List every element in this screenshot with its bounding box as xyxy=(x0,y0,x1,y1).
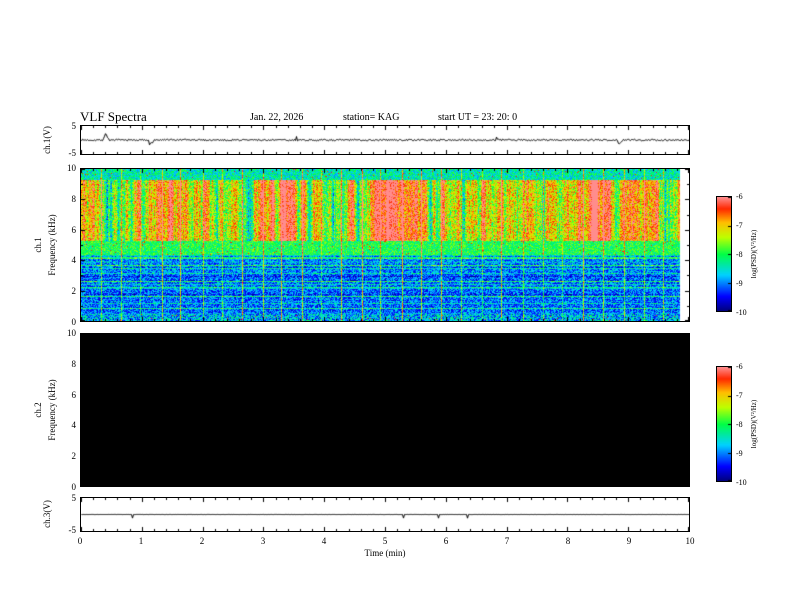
x-tick-label: 9 xyxy=(626,536,632,546)
ch2-row-label: ch.2 xyxy=(33,402,43,418)
figure-date: Jan. 22, 2026 xyxy=(250,112,304,123)
ch1-colorbar-label: log(PSD)(V²/Hz) xyxy=(750,229,758,279)
x-axis-title: Time (min) xyxy=(364,548,406,558)
ch3-waveform-panel xyxy=(80,497,690,532)
ch3-waveform-canvas xyxy=(81,498,689,531)
x-tick-label: 5 xyxy=(382,536,388,546)
colorbar-tick-label: -8 xyxy=(736,250,743,259)
colorbar-tick-label: -10 xyxy=(736,308,747,317)
x-tick-label: 1 xyxy=(138,536,144,546)
ch2-frequency-axis-label: Frequency (kHz) xyxy=(47,379,57,441)
ch2-spectrogram-panel xyxy=(80,333,690,487)
colorbar-tick-label: -9 xyxy=(736,449,743,458)
ch1-waveform-canvas xyxy=(81,126,689,154)
y-tick-label: 8 xyxy=(71,358,77,369)
colorbar-tick-label: -6 xyxy=(736,192,743,201)
y-tick-label: 10 xyxy=(67,163,76,173)
colorbar-tick-label: -9 xyxy=(736,279,743,288)
y-tick-label: 5 xyxy=(71,121,77,131)
y-tick-label: 5 xyxy=(71,493,77,503)
x-tick-label: 2 xyxy=(199,536,205,546)
vlf-spectra-figure: VLF Spectra Jan. 22, 2026 station= KAG s… xyxy=(0,0,792,612)
x-tick-label: 7 xyxy=(504,536,510,546)
x-tick-label: 3 xyxy=(260,536,266,546)
ch1-frequency-axis-label: Frequency (kHz) xyxy=(47,214,57,276)
colorbar-tick-label: -7 xyxy=(736,221,743,230)
ch2-spectrogram-canvas xyxy=(81,334,689,486)
y-tick-label: 6 xyxy=(71,224,77,235)
ch2-colorbar-canvas xyxy=(717,367,731,481)
x-tick-label: 6 xyxy=(443,536,449,546)
ch2-colorbar xyxy=(716,366,732,482)
y-tick-label: 10 xyxy=(67,328,76,338)
colorbar-tick-label: -6 xyxy=(736,362,743,371)
y-tick-label: 0 xyxy=(71,317,77,327)
figure-start-ut: start UT = 23: 20: 0 xyxy=(438,112,518,123)
ch2-colorbar-label: log(PSD)(V²/Hz) xyxy=(750,399,758,449)
ch1-waveform-panel xyxy=(80,125,690,155)
y-tick-label: 0 xyxy=(71,482,77,492)
x-tick-label: 0 xyxy=(77,536,83,546)
colorbar-tick-label: -10 xyxy=(736,478,747,487)
x-tick-label: 4 xyxy=(321,536,327,546)
x-tick-label: 10 xyxy=(685,536,695,546)
ch1-row-label: ch.1 xyxy=(33,237,43,253)
y-tick-label: -5 xyxy=(68,525,77,535)
y-tick-label: -5 xyxy=(68,148,77,158)
ch1-spectrogram-panel xyxy=(80,168,690,322)
ch1-spectrogram-canvas xyxy=(81,169,689,321)
y-tick-label: 2 xyxy=(71,451,77,462)
figure-title: VLF Spectra xyxy=(80,109,147,124)
y-tick-label: 8 xyxy=(71,193,77,204)
colorbar-tick-label: -8 xyxy=(736,420,743,429)
y-tick-label: 4 xyxy=(71,255,77,266)
y-tick-label: 6 xyxy=(71,389,77,400)
ch1-voltage-axis-label: ch.1(V) xyxy=(42,126,52,154)
colorbar-tick-label: -7 xyxy=(736,391,743,400)
y-tick-label: 2 xyxy=(71,286,77,297)
ch1-colorbar xyxy=(716,196,732,312)
ch1-colorbar-canvas xyxy=(717,197,731,311)
figure-station: station= KAG xyxy=(343,112,400,123)
ch3-voltage-axis-label: ch.3(V) xyxy=(42,500,52,528)
x-tick-label: 8 xyxy=(565,536,571,546)
y-tick-label: 4 xyxy=(71,420,77,431)
